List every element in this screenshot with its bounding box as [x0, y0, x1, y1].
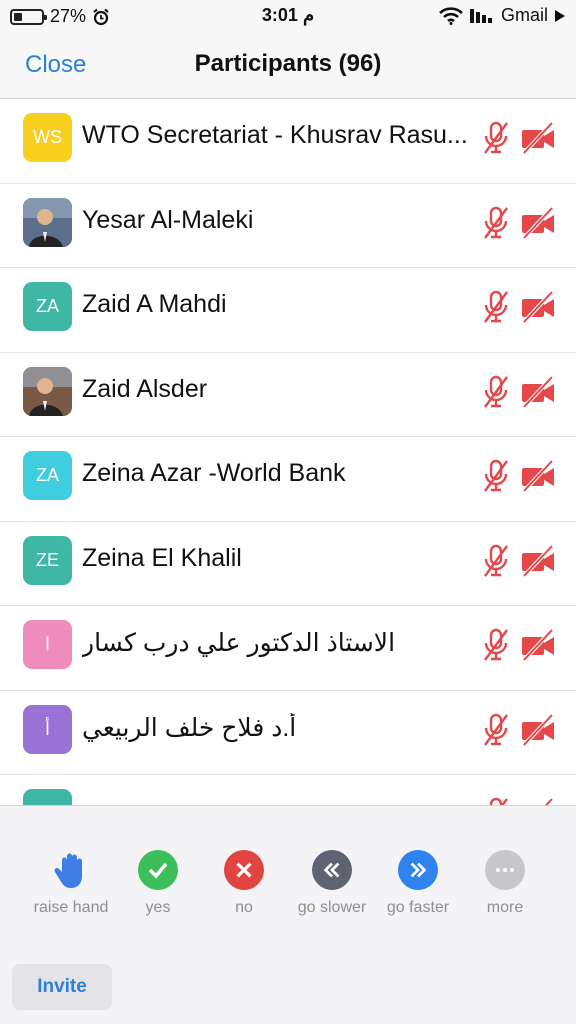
play-icon	[555, 9, 565, 22]
mic-muted-icon	[483, 206, 509, 240]
more-icon	[455, 850, 555, 890]
page-title: Participants (96)	[194, 50, 382, 77]
avatar-initials: ا	[44, 634, 50, 654]
signal-icon	[469, 8, 492, 23]
participant-avatar: أ	[23, 704, 72, 754]
participant-photo	[23, 366, 72, 416]
participant-name: Zaid A Mahdi	[82, 290, 227, 318]
participant-list[interactable]: WS WTO Secretariat - Khusrav Rasu... Yesa…	[0, 99, 576, 805]
reaction-no[interactable]: no	[194, 850, 294, 917]
participant-avatar: ZA	[23, 451, 72, 500]
reaction-label: no	[235, 899, 253, 916]
participant-row[interactable]: Zaid Alsder	[0, 352, 576, 437]
x-icon	[194, 850, 294, 890]
video-off-icon	[520, 713, 556, 746]
participant-row[interactable]	[0, 775, 576, 805]
participant-avatar: ا	[23, 620, 72, 669]
reaction-label: raise hand	[33, 899, 109, 916]
avatar-initials: ZA	[35, 296, 59, 316]
participant-row[interactable]: WS WTO Secretariat - Khusrav Rasu...	[0, 99, 576, 184]
fast-forward-icon	[368, 850, 468, 890]
reaction-label: more	[486, 899, 524, 916]
checkmark-icon	[108, 850, 208, 890]
avatar-initials: ZE	[35, 549, 59, 570]
raise-hand-icon	[21, 850, 121, 890]
participant-avatar: ZE	[23, 535, 72, 585]
reaction-raise-hand[interactable]: raise hand	[21, 850, 121, 917]
mic-muted-icon	[483, 797, 509, 805]
mic-muted-icon	[483, 375, 509, 409]
reaction-label: go faster	[386, 899, 450, 916]
participant-avatar	[23, 789, 72, 805]
reaction-more[interactable]: more	[455, 850, 555, 917]
video-off-icon	[520, 797, 556, 805]
reaction-label: go slower	[297, 899, 367, 916]
wifi-icon	[439, 6, 463, 25]
mic-muted-icon	[483, 544, 509, 578]
avatar-initials: ZA	[35, 465, 59, 485]
video-off-icon	[520, 290, 556, 324]
mic-muted-icon	[483, 121, 509, 155]
avatar-initials: WS	[33, 127, 62, 147]
participant-row[interactable]: ا الاستاذ الدكتور علي درب كسار	[0, 606, 576, 691]
participant-name: Zeina Azar -World Bank	[82, 459, 346, 487]
avatar-initials: أ	[44, 718, 50, 739]
participant-row[interactable]: ZA Zaid A Mahdi	[0, 268, 576, 353]
mic-muted-icon	[483, 459, 509, 493]
video-off-icon	[520, 206, 556, 239]
video-off-icon	[520, 544, 556, 577]
reaction-go-faster[interactable]: go faster	[368, 850, 468, 917]
carrier-label: Gmail	[500, 5, 548, 25]
participants-header: Close Participants (96)	[0, 32, 576, 99]
mic-muted-icon	[483, 290, 509, 324]
participant-name: Yesar Al-Maleki	[82, 205, 254, 234]
participant-name: Zeina El Khalil	[82, 543, 242, 572]
rewind-icon	[282, 850, 382, 890]
reaction-label: yes	[145, 899, 171, 916]
participant-row[interactable]: Yesar Al-Maleki	[0, 183, 576, 268]
status-bar: 27% 3:01 م Gmail	[0, 0, 576, 32]
participant-name: الاستاذ الدكتور علي درب كسار	[82, 629, 396, 657]
participant-row[interactable]: أ أ.د فلاح خلف الربيعي	[0, 690, 576, 775]
reaction-yes[interactable]: yes	[108, 850, 208, 917]
participant-row[interactable]: ZE Zeina El Khalil	[0, 521, 576, 606]
participant-photo	[23, 197, 72, 247]
participant-name: WTO Secretariat - Khusrav Rasu...	[82, 121, 468, 149]
participant-row[interactable]: ZA Zeina Azar -World Bank	[0, 437, 576, 522]
invite-button[interactable]: Invite	[12, 964, 112, 1010]
video-off-icon	[520, 628, 556, 662]
video-off-icon	[520, 121, 556, 155]
reaction-go-slower[interactable]: go slower	[282, 850, 382, 917]
video-off-icon	[520, 375, 556, 408]
participant-name: أ.د فلاح خلف الربيعي	[82, 713, 297, 742]
participant-avatar: WS	[23, 113, 72, 162]
video-off-icon	[520, 459, 556, 493]
reactions-panel: raise hand yes no go slower go faster more In…	[0, 805, 576, 1024]
participant-name: Zaid Alsder	[82, 374, 208, 403]
participant-avatar: ZA	[23, 282, 72, 331]
mic-muted-icon	[483, 713, 509, 747]
status-right: Gmail	[439, 5, 566, 26]
mic-muted-icon	[483, 628, 509, 662]
